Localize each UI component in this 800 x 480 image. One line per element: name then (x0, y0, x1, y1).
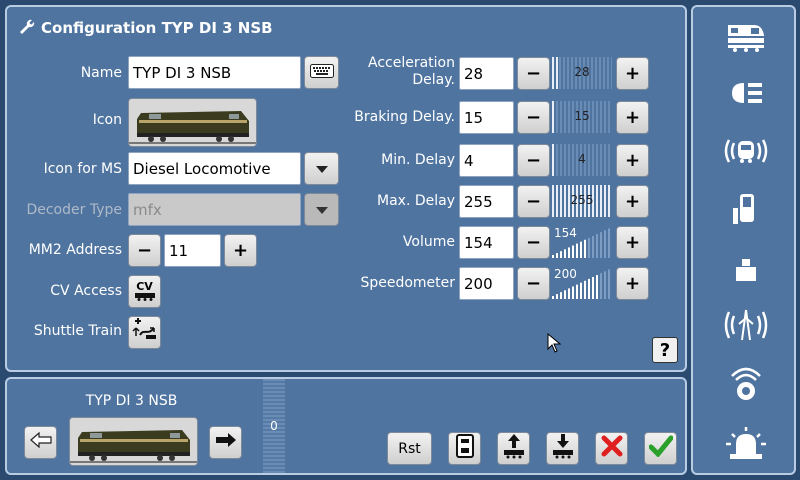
shuttle-train-button[interactable] (128, 316, 161, 349)
arrow-left-icon (29, 431, 52, 453)
speed-value: 0 (270, 419, 278, 433)
param-increment-button[interactable]: + (616, 144, 649, 177)
shuttle-train-label: Shuttle Train (33, 323, 122, 339)
arrow-right-icon (215, 432, 237, 453)
param-ramp-slider[interactable]: 200 (552, 267, 612, 299)
mm2-address-label: MM2 Address (28, 242, 122, 258)
keyboard-button[interactable] (304, 56, 339, 89)
loco-control-panel: TYP DI 3 NSB 0 Rst (5, 377, 687, 475)
keyboard-icon (309, 62, 334, 83)
download-loco-button[interactable] (546, 432, 579, 465)
beacon-icon[interactable] (693, 417, 798, 469)
mm2-address-field[interactable]: 11 (164, 234, 221, 267)
category-sidebar (691, 5, 796, 475)
chevron-down-icon (315, 158, 328, 179)
param-value-field[interactable]: 28 (459, 57, 514, 90)
cv-access-button[interactable]: CV (128, 275, 161, 308)
locomotive-icon[interactable] (693, 11, 798, 63)
loco-download-icon (550, 433, 576, 464)
next-loco-button[interactable] (209, 426, 242, 459)
confirm-button[interactable] (644, 432, 677, 465)
name-label: Name (80, 65, 122, 81)
locomotive-image[interactable] (128, 98, 257, 147)
param-ramp-slider[interactable]: 154 (552, 226, 612, 258)
param-increment-button[interactable]: + (616, 185, 649, 218)
param-label: Acceleration Delay. (368, 55, 455, 88)
decoder-type-select: mfx (128, 193, 301, 226)
param-slider[interactable]: 15 (552, 101, 612, 133)
function-mapping-button[interactable] (448, 432, 481, 465)
param-slider[interactable]: 28 (552, 57, 612, 89)
headlight-icon[interactable] (693, 67, 798, 119)
broadcast-icon[interactable] (693, 299, 798, 351)
shuttle-icon (131, 318, 158, 347)
param-value-field[interactable]: 15 (459, 101, 514, 134)
param-increment-button[interactable]: + (616, 101, 649, 134)
chevron-down-icon (315, 199, 328, 220)
param-label: Volume (402, 234, 455, 250)
param-decrement-button[interactable]: − (517, 144, 550, 177)
loco-name-label: TYP DI 3 NSB (85, 393, 178, 409)
param-decrement-button[interactable]: − (517, 57, 550, 90)
speed-bar[interactable]: 0 (263, 379, 285, 473)
signal-icon[interactable] (693, 183, 798, 235)
param-slider[interactable]: 4 (552, 144, 612, 176)
weight-icon[interactable] (693, 244, 798, 296)
param-ramp-value: 154 (554, 226, 577, 240)
name-field[interactable]: TYP DI 3 NSB (128, 56, 301, 89)
param-slider-value: 15 (574, 109, 590, 123)
upload-loco-button[interactable] (497, 432, 530, 465)
param-decrement-button[interactable]: − (517, 226, 550, 259)
param-slider-value: 255 (570, 193, 594, 207)
param-decrement-button[interactable]: − (517, 101, 550, 134)
param-slider-value: 28 (574, 65, 590, 79)
param-label: Min. Delay (381, 152, 455, 168)
sound-icon[interactable] (693, 357, 798, 409)
param-value-field[interactable]: 154 (459, 226, 514, 259)
param-increment-button[interactable]: + (616, 226, 649, 259)
previous-loco-button[interactable] (24, 426, 57, 459)
close-icon (601, 435, 623, 462)
radio-locomotive-icon[interactable] (693, 125, 798, 177)
icon-label: Icon (92, 112, 122, 128)
title-text: Configuration TYP DI 3 NSB (41, 19, 273, 37)
decoder-type-dropdown-button (304, 193, 339, 226)
param-slider[interactable]: 255 (552, 185, 612, 217)
mm2-increment-button[interactable]: + (224, 234, 257, 267)
param-value-field[interactable]: 4 (459, 144, 514, 177)
param-decrement-button[interactable]: − (517, 267, 550, 300)
loco-upload-icon (501, 433, 527, 464)
param-decrement-button[interactable]: − (517, 185, 550, 218)
param-label: Braking Delay. (354, 109, 455, 125)
param-value-field[interactable]: 255 (459, 185, 514, 218)
param-label: Speedometer (360, 275, 455, 291)
icon-ms-label: Icon for MS (43, 161, 122, 177)
mouse-cursor-icon (547, 332, 562, 357)
icon-ms-dropdown-button[interactable] (304, 152, 339, 185)
reset-button[interactable]: Rst (387, 432, 432, 465)
param-slider-value: 4 (578, 152, 586, 166)
mm2-decrement-button[interactable]: − (128, 234, 161, 267)
help-button[interactable]: ? (652, 337, 678, 363)
param-ramp-value: 200 (554, 267, 577, 281)
checkmark-icon (648, 435, 673, 462)
locomotive-small-icon (134, 292, 156, 303)
icon-ms-select[interactable]: Diesel Locomotive (128, 152, 301, 185)
panel-title: Configuration TYP DI 3 NSB (17, 17, 273, 39)
cancel-button[interactable] (595, 432, 628, 465)
decoder-icon (455, 434, 474, 463)
wrench-icon (17, 17, 35, 39)
cv-access-label: CV Access (50, 283, 122, 299)
current-loco-image[interactable] (69, 417, 198, 466)
cv-button-label: CV (136, 279, 153, 293)
param-increment-button[interactable]: + (616, 267, 649, 300)
decoder-type-label: Decoder Type (26, 202, 122, 218)
param-increment-button[interactable]: + (616, 57, 649, 90)
param-value-field[interactable]: 200 (459, 267, 514, 300)
param-label: Max. Delay (377, 193, 455, 209)
configuration-panel: Configuration TYP DI 3 NSB Name TYP DI 3… (5, 5, 687, 372)
